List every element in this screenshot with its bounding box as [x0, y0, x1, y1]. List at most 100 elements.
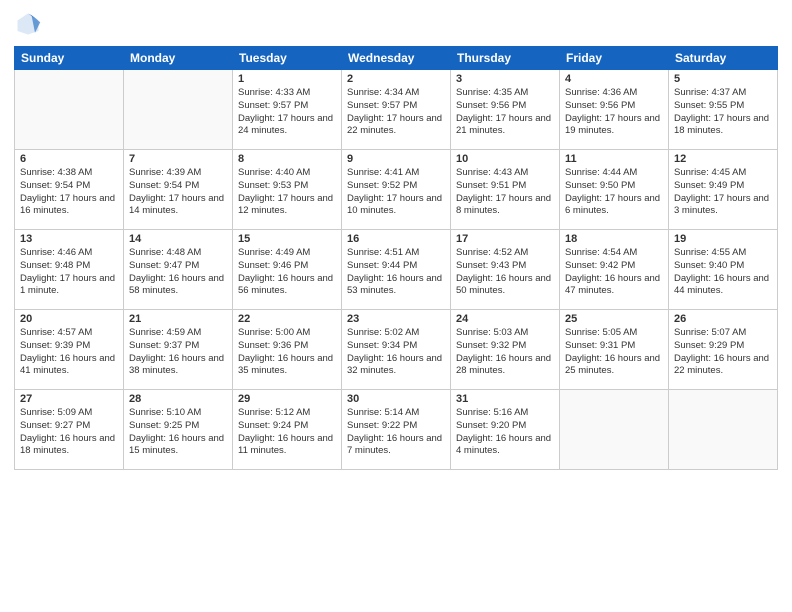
calendar-cell: 20 Sunrise: 4:57 AM Sunset: 9:39 PM Dayli… [15, 310, 124, 390]
day-number: 29 [238, 393, 336, 405]
weekday-header-tuesday: Tuesday [233, 47, 342, 70]
calendar-cell: 13 Sunrise: 4:46 AM Sunset: 9:48 PM Dayli… [15, 230, 124, 310]
calendar-cell: 28 Sunrise: 5:10 AM Sunset: 9:25 PM Dayli… [124, 390, 233, 470]
day-number: 24 [456, 313, 554, 325]
day-number: 12 [674, 153, 772, 165]
calendar-cell: 11 Sunrise: 4:44 AM Sunset: 9:50 PM Dayli… [560, 150, 669, 230]
day-info: Sunrise: 5:05 AM Sunset: 9:31 PM Dayligh… [565, 327, 663, 378]
calendar-cell: 31 Sunrise: 5:16 AM Sunset: 9:20 PM Dayli… [451, 390, 560, 470]
day-info: Sunrise: 4:33 AM Sunset: 9:57 PM Dayligh… [238, 87, 336, 138]
day-info: Sunrise: 4:55 AM Sunset: 9:40 PM Dayligh… [674, 247, 772, 298]
day-info: Sunrise: 4:40 AM Sunset: 9:53 PM Dayligh… [238, 167, 336, 218]
day-info: Sunrise: 5:10 AM Sunset: 9:25 PM Dayligh… [129, 407, 227, 458]
day-info: Sunrise: 5:03 AM Sunset: 9:32 PM Dayligh… [456, 327, 554, 378]
day-info: Sunrise: 4:54 AM Sunset: 9:42 PM Dayligh… [565, 247, 663, 298]
day-number: 16 [347, 233, 445, 245]
day-number: 17 [456, 233, 554, 245]
calendar-cell [124, 70, 233, 150]
calendar-table: SundayMondayTuesdayWednesdayThursdayFrid… [14, 46, 778, 470]
day-info: Sunrise: 4:46 AM Sunset: 9:48 PM Dayligh… [20, 247, 118, 298]
day-info: Sunrise: 4:49 AM Sunset: 9:46 PM Dayligh… [238, 247, 336, 298]
day-number: 8 [238, 153, 336, 165]
calendar-cell: 29 Sunrise: 5:12 AM Sunset: 9:24 PM Dayli… [233, 390, 342, 470]
day-number: 28 [129, 393, 227, 405]
day-number: 22 [238, 313, 336, 325]
calendar-cell: 2 Sunrise: 4:34 AM Sunset: 9:57 PM Daylig… [342, 70, 451, 150]
page: SundayMondayTuesdayWednesdayThursdayFrid… [0, 0, 792, 612]
calendar-cell: 10 Sunrise: 4:43 AM Sunset: 9:51 PM Dayli… [451, 150, 560, 230]
day-number: 3 [456, 73, 554, 85]
day-number: 23 [347, 313, 445, 325]
calendar-week-row: 1 Sunrise: 4:33 AM Sunset: 9:57 PM Daylig… [15, 70, 778, 150]
day-number: 4 [565, 73, 663, 85]
logo [14, 10, 46, 38]
day-info: Sunrise: 4:36 AM Sunset: 9:56 PM Dayligh… [565, 87, 663, 138]
day-info: Sunrise: 4:34 AM Sunset: 9:57 PM Dayligh… [347, 87, 445, 138]
day-info: Sunrise: 4:43 AM Sunset: 9:51 PM Dayligh… [456, 167, 554, 218]
calendar-cell: 22 Sunrise: 5:00 AM Sunset: 9:36 PM Dayli… [233, 310, 342, 390]
day-info: Sunrise: 4:57 AM Sunset: 9:39 PM Dayligh… [20, 327, 118, 378]
day-number: 10 [456, 153, 554, 165]
calendar-cell: 5 Sunrise: 4:37 AM Sunset: 9:55 PM Daylig… [669, 70, 778, 150]
day-info: Sunrise: 4:52 AM Sunset: 9:43 PM Dayligh… [456, 247, 554, 298]
calendar-week-row: 20 Sunrise: 4:57 AM Sunset: 9:39 PM Dayli… [15, 310, 778, 390]
calendar-cell: 17 Sunrise: 4:52 AM Sunset: 9:43 PM Dayli… [451, 230, 560, 310]
day-info: Sunrise: 4:45 AM Sunset: 9:49 PM Dayligh… [674, 167, 772, 218]
day-info: Sunrise: 4:41 AM Sunset: 9:52 PM Dayligh… [347, 167, 445, 218]
calendar-cell [15, 70, 124, 150]
logo-icon [14, 10, 42, 38]
day-info: Sunrise: 4:51 AM Sunset: 9:44 PM Dayligh… [347, 247, 445, 298]
day-number: 18 [565, 233, 663, 245]
weekday-header-friday: Friday [560, 47, 669, 70]
day-number: 14 [129, 233, 227, 245]
calendar-cell: 23Sunrise: 5:02 AM Sunset: 9:34 PM Dayli… [342, 310, 451, 390]
calendar-cell: 12 Sunrise: 4:45 AM Sunset: 9:49 PM Dayli… [669, 150, 778, 230]
day-info: Sunrise: 4:59 AM Sunset: 9:37 PM Dayligh… [129, 327, 227, 378]
day-info: Sunrise: 5:12 AM Sunset: 9:24 PM Dayligh… [238, 407, 336, 458]
day-info: Sunrise: 4:37 AM Sunset: 9:55 PM Dayligh… [674, 87, 772, 138]
weekday-header-thursday: Thursday [451, 47, 560, 70]
day-number: 25 [565, 313, 663, 325]
day-number: 9 [347, 153, 445, 165]
day-info: Sunrise: 5:09 AM Sunset: 9:27 PM Dayligh… [20, 407, 118, 458]
calendar-cell: 3Sunrise: 4:35 AM Sunset: 9:56 PM Daylig… [451, 70, 560, 150]
calendar-cell: 4 Sunrise: 4:36 AM Sunset: 9:56 PM Daylig… [560, 70, 669, 150]
day-number: 31 [456, 393, 554, 405]
day-info: Sunrise: 4:39 AM Sunset: 9:54 PM Dayligh… [129, 167, 227, 218]
day-info: Sunrise: 5:16 AM Sunset: 9:20 PM Dayligh… [456, 407, 554, 458]
day-number: 13 [20, 233, 118, 245]
day-number: 1 [238, 73, 336, 85]
calendar-cell: 8 Sunrise: 4:40 AM Sunset: 9:53 PM Daylig… [233, 150, 342, 230]
calendar-cell: 6Sunrise: 4:38 AM Sunset: 9:54 PM Daylig… [15, 150, 124, 230]
calendar-cell: 24 Sunrise: 5:03 AM Sunset: 9:32 PM Dayli… [451, 310, 560, 390]
day-number: 27 [20, 393, 118, 405]
day-number: 30 [347, 393, 445, 405]
calendar-cell: 27 Sunrise: 5:09 AM Sunset: 9:27 PM Dayli… [15, 390, 124, 470]
calendar-cell: 14Sunrise: 4:48 AM Sunset: 9:47 PM Dayli… [124, 230, 233, 310]
calendar-header-row: SundayMondayTuesdayWednesdayThursdayFrid… [15, 47, 778, 70]
day-number: 20 [20, 313, 118, 325]
calendar-cell: 7 Sunrise: 4:39 AM Sunset: 9:54 PM Daylig… [124, 150, 233, 230]
day-number: 2 [347, 73, 445, 85]
day-info: Sunrise: 4:38 AM Sunset: 9:54 PM Dayligh… [20, 167, 118, 218]
calendar-cell [560, 390, 669, 470]
weekday-header-saturday: Saturday [669, 47, 778, 70]
weekday-header-monday: Monday [124, 47, 233, 70]
weekday-header-wednesday: Wednesday [342, 47, 451, 70]
day-info: Sunrise: 4:44 AM Sunset: 9:50 PM Dayligh… [565, 167, 663, 218]
day-info: Sunrise: 5:07 AM Sunset: 9:29 PM Dayligh… [674, 327, 772, 378]
calendar-cell: 18 Sunrise: 4:54 AM Sunset: 9:42 PM Dayli… [560, 230, 669, 310]
day-number: 7 [129, 153, 227, 165]
calendar-week-row: 27 Sunrise: 5:09 AM Sunset: 9:27 PM Dayli… [15, 390, 778, 470]
calendar-cell: 25 Sunrise: 5:05 AM Sunset: 9:31 PM Dayli… [560, 310, 669, 390]
day-number: 11 [565, 153, 663, 165]
calendar-cell [669, 390, 778, 470]
calendar-cell: 1 Sunrise: 4:33 AM Sunset: 9:57 PM Daylig… [233, 70, 342, 150]
calendar-week-row: 6Sunrise: 4:38 AM Sunset: 9:54 PM Daylig… [15, 150, 778, 230]
day-number: 5 [674, 73, 772, 85]
calendar-cell: 21 Sunrise: 4:59 AM Sunset: 9:37 PM Dayli… [124, 310, 233, 390]
day-number: 21 [129, 313, 227, 325]
day-number: 15 [238, 233, 336, 245]
day-info: Sunrise: 5:00 AM Sunset: 9:36 PM Dayligh… [238, 327, 336, 378]
weekday-header-sunday: Sunday [15, 47, 124, 70]
